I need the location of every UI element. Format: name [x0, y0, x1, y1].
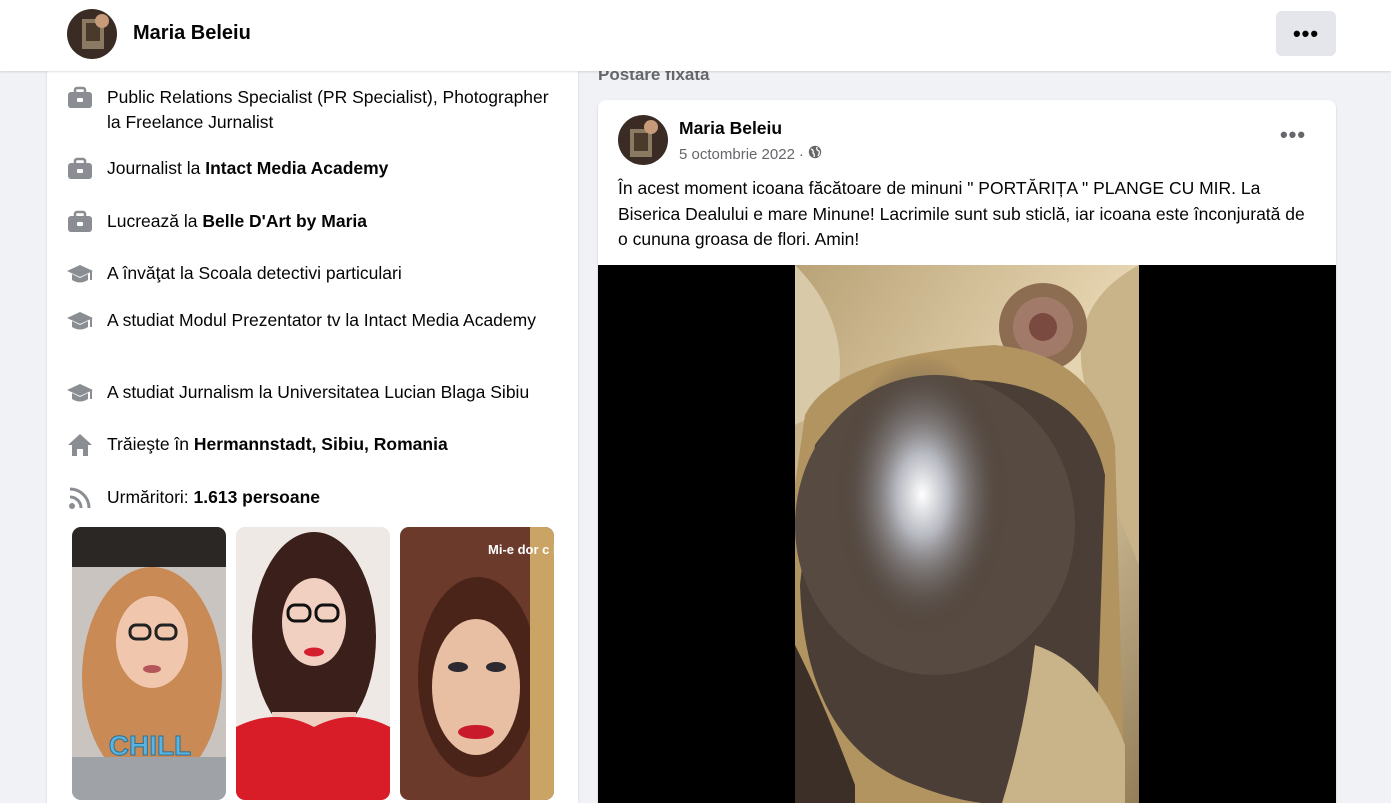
intro-item-text: Lucrează la Belle D'Art by Maria — [107, 211, 367, 231]
followers-link[interactable]: 1.613 persoane — [194, 487, 320, 507]
photo-caption: Mi-e dor c buni, si dre — [488, 542, 554, 557]
profile-more-button[interactable]: ••• — [1276, 11, 1336, 56]
intro-item-education: A învăţat la Scoala detectivi particular… — [65, 261, 557, 287]
profile-header-bar: Maria Beleiu ••• — [0, 0, 1391, 71]
intro-item-followers: Urmăritori: 1.613 persoane — [65, 485, 557, 511]
globe-icon[interactable] — [808, 145, 822, 163]
intro-item-work: Public Relations Specialist (PR Speciali… — [65, 85, 557, 135]
featured-photos: CHILL Mi-e dor c — [72, 527, 555, 800]
intro-item-education: A studiat Jurnalism la Universitatea Luc… — [65, 380, 557, 406]
intro-card: Public Relations Specialist (PR Speciali… — [47, 60, 578, 803]
location-link[interactable]: Hermannstadt, Sibiu, Romania — [194, 434, 448, 454]
featured-photo[interactable]: CHILL — [72, 527, 226, 800]
briefcase-icon — [65, 209, 95, 235]
photo-caption: CHILL — [109, 730, 191, 761]
intro-item-text: Public Relations Specialist (PR Speciali… — [107, 87, 549, 132]
graduation-cap-icon — [65, 261, 95, 287]
pinned-post: Maria Beleiu 5 octombrie 2022 · ••• În a… — [598, 100, 1336, 803]
featured-photo[interactable] — [236, 527, 390, 800]
briefcase-icon — [65, 85, 95, 111]
graduation-cap-icon — [65, 380, 95, 406]
post-date[interactable]: 5 octombrie 2022 — [679, 146, 795, 163]
home-icon — [65, 432, 95, 458]
intro-item-text: Trăieşte în Hermannstadt, Sibiu, Romania — [107, 434, 448, 454]
rss-icon — [65, 485, 95, 511]
post-meta: 5 octombrie 2022 · — [679, 145, 822, 163]
post-meta-separator: · — [798, 145, 804, 163]
workplace-link[interactable]: Intact Media Academy — [205, 158, 388, 178]
workplace-link[interactable]: Belle D'Art by Maria — [202, 211, 367, 231]
intro-item-work: Journalist la Intact Media Academy — [65, 156, 557, 182]
post-author-name[interactable]: Maria Beleiu — [679, 118, 782, 139]
intro-item-text: Urmăritori: 1.613 persoane — [107, 487, 320, 507]
profile-name[interactable]: Maria Beleiu — [133, 22, 251, 45]
graduation-cap-icon — [65, 308, 95, 334]
intro-item-education: A studiat Modul Prezentator tv la Intact… — [65, 308, 557, 334]
post-more-button[interactable]: ••• — [1273, 124, 1313, 152]
post-text: În acest moment icoana făcătoare de minu… — [618, 178, 1305, 249]
post-author-avatar[interactable] — [618, 115, 668, 165]
intro-item-location: Trăieşte în Hermannstadt, Sibiu, Romania — [65, 432, 557, 458]
intro-item-text: Journalist la Intact Media Academy — [107, 158, 389, 178]
intro-item-work: Lucrează la Belle D'Art by Maria — [65, 209, 557, 235]
intro-item-text: A studiat Modul Prezentator tv la Intact… — [107, 310, 536, 330]
briefcase-icon — [65, 156, 95, 182]
icon-photo — [795, 265, 1139, 803]
intro-item-text: A studiat Jurnalism la Universitatea Luc… — [107, 382, 530, 402]
profile-avatar[interactable] — [67, 9, 117, 59]
intro-item-text: A învăţat la Scoala detectivi particular… — [107, 263, 402, 283]
post-video[interactable] — [598, 265, 1336, 803]
featured-photo[interactable]: Mi-e dor c buni, si dre — [400, 527, 554, 800]
